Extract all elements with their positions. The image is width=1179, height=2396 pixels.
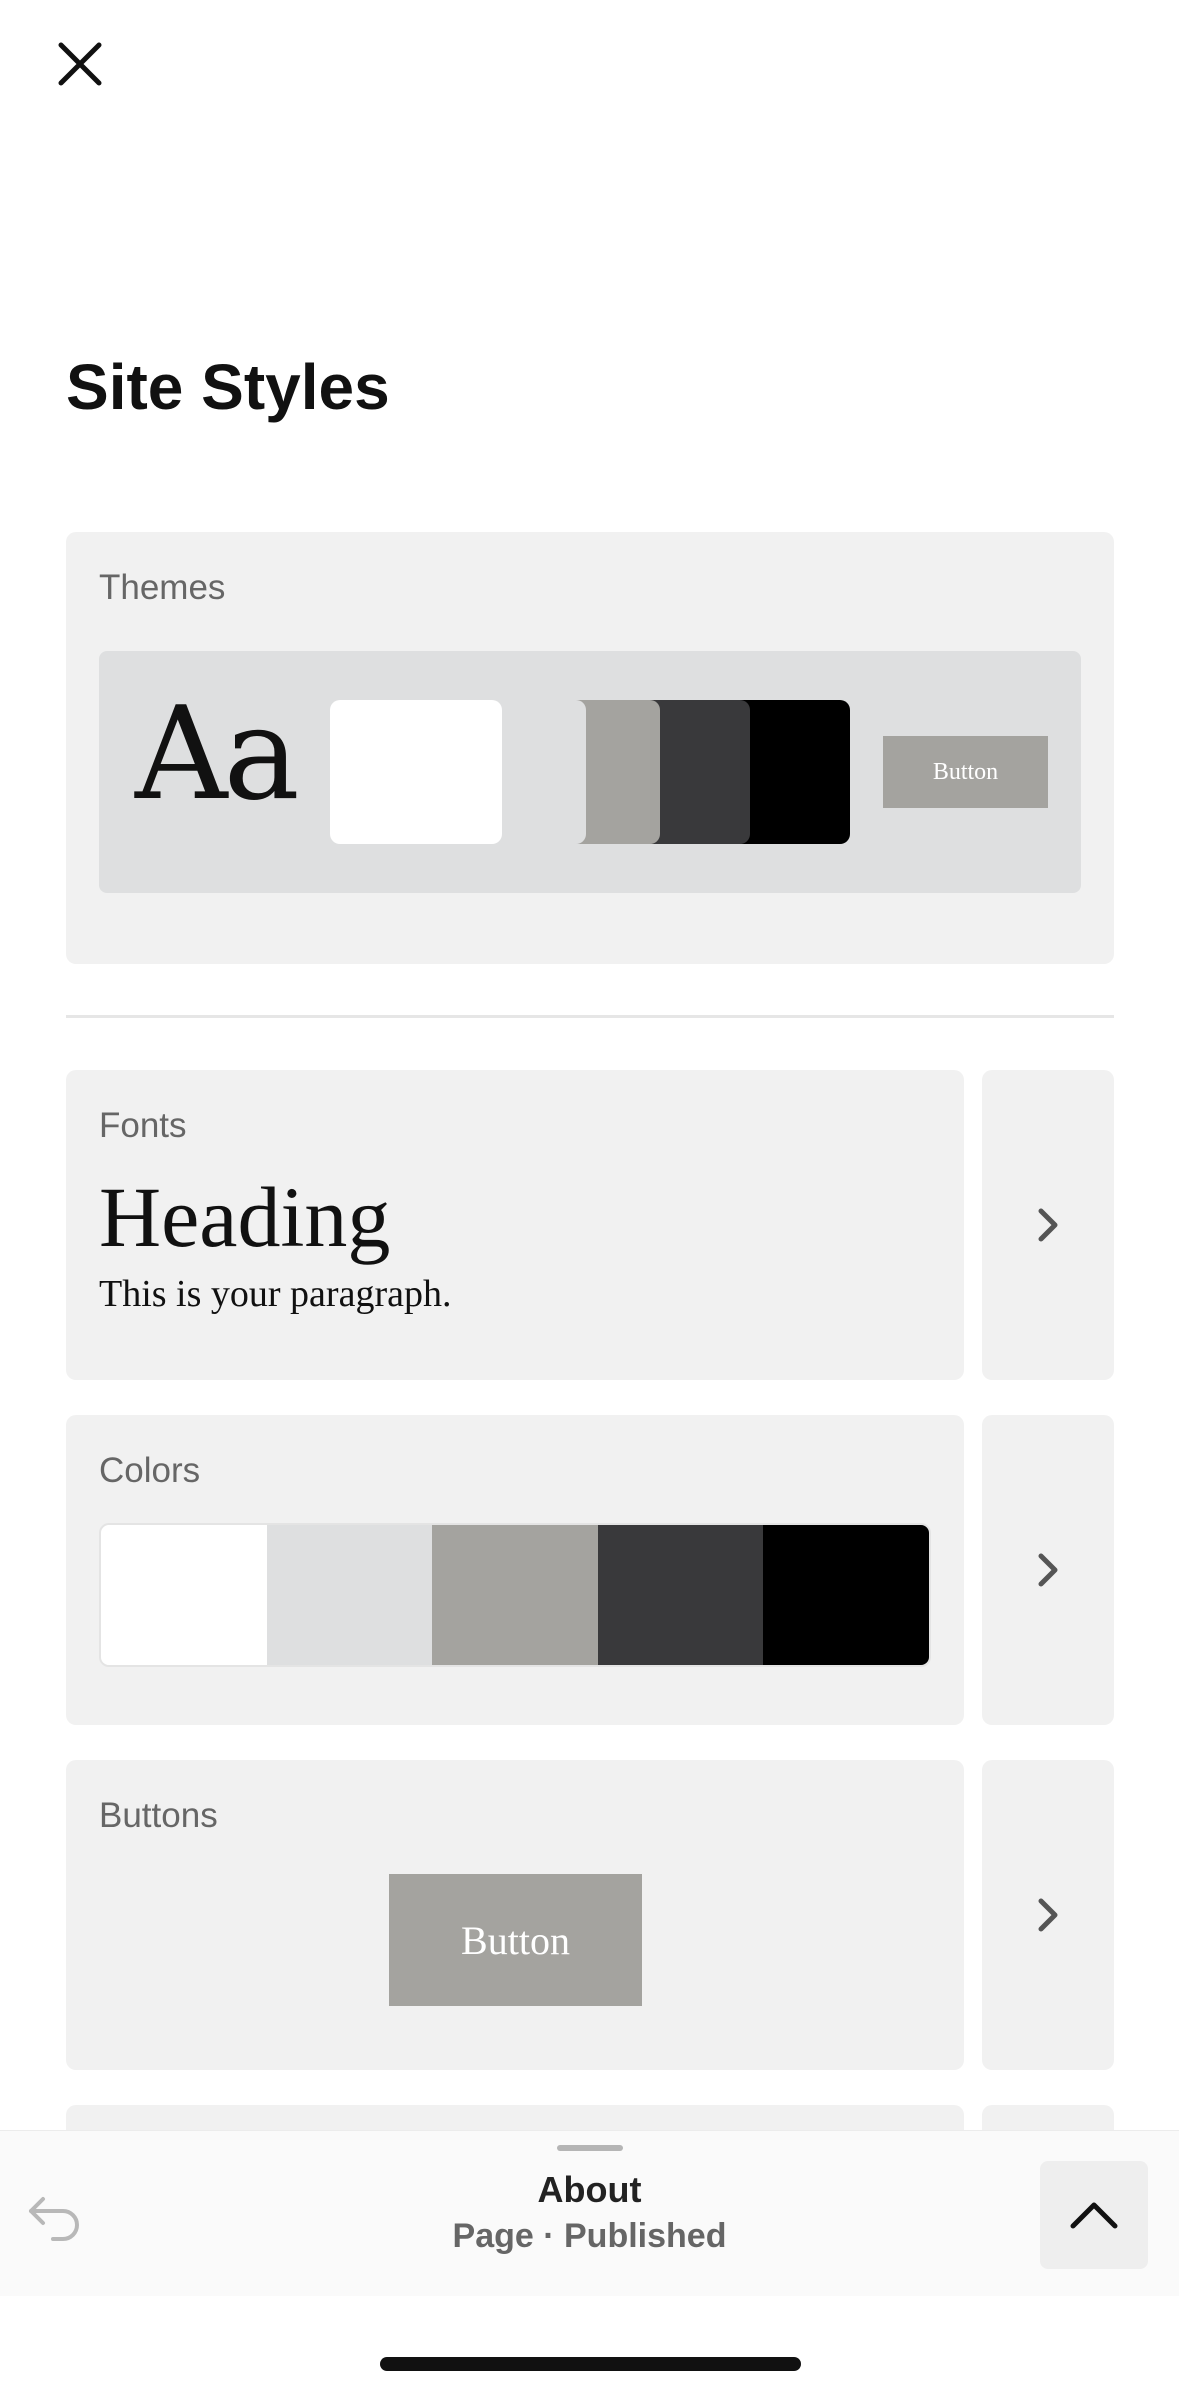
theme-swatch-1: [330, 700, 502, 844]
page-status: Page · Published: [452, 2217, 727, 2255]
chevron-right-icon: [1038, 1208, 1058, 1242]
paragraph-sample: This is your paragraph.: [99, 1273, 452, 1315]
colors-label: Colors: [99, 1451, 201, 1490]
color-swatch-4: [597, 1525, 764, 1665]
close-icon: [58, 42, 102, 86]
button-sample: Button: [389, 1874, 642, 2006]
heading-sample: Heading: [99, 1169, 391, 1265]
color-swatch-2: [266, 1525, 433, 1665]
theme-swatches: [330, 700, 850, 844]
buttons-arrow-button[interactable]: [982, 1760, 1114, 2070]
color-swatch-3: [432, 1525, 598, 1665]
buttons-label: Buttons: [99, 1796, 218, 1835]
home-indicator: [380, 2357, 801, 2371]
color-swatch-1: [101, 1525, 267, 1665]
colors-arrow-button[interactable]: [982, 1415, 1114, 1725]
theme-button-sample: Button: [883, 736, 1048, 808]
buttons-card[interactable]: Buttons Button: [66, 1760, 964, 2070]
colors-card[interactable]: Colors: [66, 1415, 964, 1725]
themes-label: Themes: [99, 568, 226, 607]
theme-font-sample: Aa: [135, 680, 300, 829]
chevron-right-icon: [1038, 1898, 1058, 1932]
fonts-arrow-button[interactable]: [982, 1070, 1114, 1380]
page-name[interactable]: About: [0, 2169, 1179, 2211]
bottom-bar: About Page · Published: [0, 2130, 1179, 2296]
fonts-card[interactable]: Fonts Heading This is your paragraph.: [66, 1070, 964, 1380]
fonts-label: Fonts: [99, 1106, 187, 1145]
divider: [66, 1015, 1114, 1018]
drag-handle[interactable]: [557, 2145, 623, 2151]
close-button[interactable]: [50, 34, 110, 94]
color-swatch-5: [763, 1525, 929, 1665]
color-palette: [99, 1523, 931, 1667]
theme-preview[interactable]: Aa Button: [99, 651, 1081, 893]
chevron-right-icon: [1038, 1553, 1058, 1587]
page-title: Site Styles: [66, 351, 390, 423]
chevron-up-icon: [1070, 2202, 1118, 2229]
themes-card[interactable]: Themes Aa Button: [66, 532, 1114, 964]
expand-button[interactable]: [1040, 2161, 1148, 2269]
